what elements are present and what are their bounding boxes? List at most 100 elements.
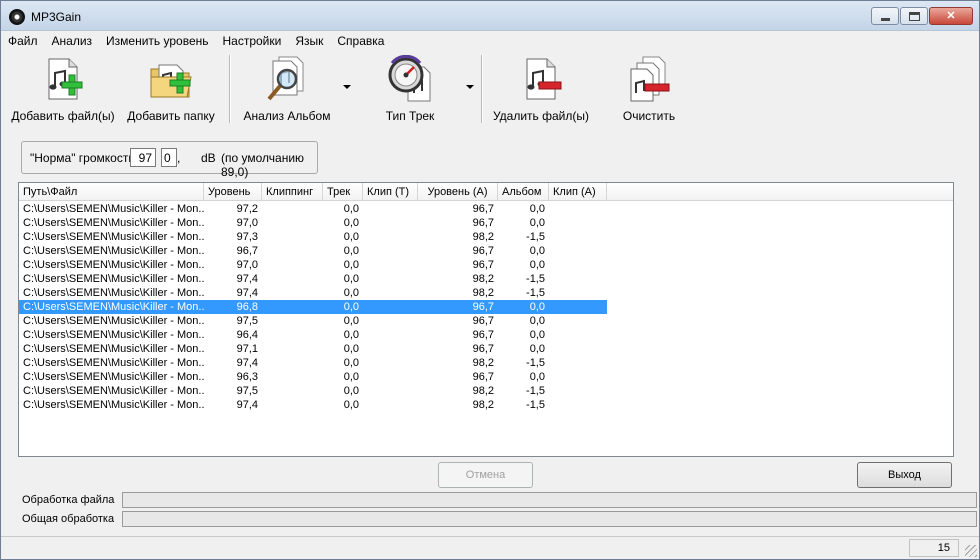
- cell-path: C:\Users\SEMEN\Music\Killer - Mon...: [23, 399, 204, 411]
- cell-album: 0,0: [529, 259, 545, 271]
- analysis-dropdown-arrow-icon[interactable]: [343, 85, 351, 89]
- add-folder-button[interactable]: Добавить папку: [124, 55, 218, 123]
- remove-file-button[interactable]: Удалить файл(ы): [491, 55, 591, 123]
- cell-clip-album: [549, 356, 607, 370]
- table-row[interactable]: C:\Users\SEMEN\Music\Killer - Mon... 97,5…: [19, 384, 607, 398]
- cell-album: 0,0: [529, 371, 545, 383]
- col-header-level-album[interactable]: Уровень (A): [418, 183, 498, 201]
- menu-analysis[interactable]: Анализ: [45, 32, 100, 51]
- cell-path: C:\Users\SEMEN\Music\Killer - Mon...: [23, 343, 204, 355]
- cell-clip-track: [363, 272, 418, 286]
- gauge-icon: [386, 54, 434, 103]
- cell-path: C:\Users\SEMEN\Music\Killer - Mon...: [23, 273, 204, 285]
- cell-level-album: 96,7: [472, 301, 494, 313]
- table-row[interactable]: C:\Users\SEMEN\Music\Killer - Mon... 96,8…: [19, 300, 607, 314]
- table-row[interactable]: C:\Users\SEMEN\Music\Killer - Mon... 97,1…: [19, 342, 607, 356]
- col-header-level[interactable]: Уровень: [204, 183, 262, 201]
- cell-clip-album: [549, 370, 607, 384]
- cell-path: C:\Users\SEMEN\Music\Killer - Mon...: [23, 231, 204, 243]
- menu-help[interactable]: Справка: [330, 32, 391, 51]
- cell-clip-album: [549, 328, 607, 342]
- analysis-album-button[interactable]: Анализ Альбом: [241, 55, 333, 123]
- add-file-button[interactable]: Добавить файл(ы): [11, 55, 115, 123]
- menu-file[interactable]: Файл: [1, 32, 45, 51]
- cell-track: 0,0: [343, 203, 359, 215]
- cell-clip-track: [363, 230, 418, 244]
- table-row[interactable]: C:\Users\SEMEN\Music\Killer - Mon... 96,3…: [19, 370, 607, 384]
- cell-clipping: [262, 244, 323, 258]
- cell-track: 0,0: [343, 231, 359, 243]
- cell-clipping: [262, 258, 323, 272]
- target-volume-unit: dB: [201, 151, 216, 165]
- window-controls: ✕: [870, 7, 973, 25]
- table-row[interactable]: C:\Users\SEMEN\Music\Killer - Mon... 97,5…: [19, 314, 607, 328]
- cell-level: 97,2: [236, 203, 258, 215]
- track-type-dropdown-arrow-icon[interactable]: [466, 85, 474, 89]
- target-volume-label: "Норма" громкости:: [30, 151, 139, 165]
- minimize-button[interactable]: [871, 7, 899, 25]
- target-volume-frac-input[interactable]: 0: [161, 148, 177, 167]
- mp3gain-window: MP3Gain ✕ Файл Анализ Изменить уровень Н…: [0, 0, 980, 560]
- col-header-clip-track[interactable]: Клип (Т): [363, 183, 418, 201]
- cell-path: C:\Users\SEMEN\Music\Killer - Mon...: [23, 357, 204, 369]
- cell-track: 0,0: [343, 273, 359, 285]
- cell-clip-album: [549, 230, 607, 244]
- cell-clipping: [262, 356, 323, 370]
- resize-grip-icon[interactable]: [965, 545, 977, 557]
- col-header-clipping[interactable]: Клиппинг: [262, 183, 323, 201]
- file-count-status: 15: [909, 539, 959, 557]
- cell-clip-track: [363, 370, 418, 384]
- target-volume-int-input[interactable]: 97: [130, 148, 156, 167]
- cell-clip-album: [549, 216, 607, 230]
- col-header-clip-album[interactable]: Клип (A): [549, 183, 607, 201]
- cell-clip-album: [549, 286, 607, 300]
- cell-path: C:\Users\SEMEN\Music\Killer - Mon...: [23, 329, 204, 341]
- exit-button[interactable]: Выход: [857, 462, 952, 488]
- cell-clip-track: [363, 216, 418, 230]
- menu-bar: Файл Анализ Изменить уровень Настройки Я…: [1, 32, 979, 51]
- table-row[interactable]: C:\Users\SEMEN\Music\Killer - Mon... 97,4…: [19, 398, 607, 412]
- cell-clipping: [262, 272, 323, 286]
- col-header-track[interactable]: Трек: [323, 183, 363, 201]
- cell-path: C:\Users\SEMEN\Music\Killer - Mon...: [23, 287, 204, 299]
- table-row[interactable]: C:\Users\SEMEN\Music\Killer - Mon... 97,3…: [19, 230, 607, 244]
- table-row[interactable]: C:\Users\SEMEN\Music\Killer - Mon... 97,4…: [19, 286, 607, 300]
- table-row[interactable]: C:\Users\SEMEN\Music\Killer - Mon... 97,0…: [19, 216, 607, 230]
- file-list-table[interactable]: Путь\Файл Уровень Клиппинг Трек Клип (Т)…: [18, 182, 954, 457]
- clear-label: Очистить: [622, 109, 676, 123]
- cell-album: -1,5: [526, 385, 545, 397]
- cell-clip-track: [363, 328, 418, 342]
- close-button[interactable]: ✕: [929, 7, 973, 25]
- table-row[interactable]: C:\Users\SEMEN\Music\Killer - Mon... 97,0…: [19, 258, 607, 272]
- track-type-button[interactable]: Тип Трек: [373, 54, 447, 123]
- table-row[interactable]: C:\Users\SEMEN\Music\Killer - Mon... 96,7…: [19, 244, 607, 258]
- table-row[interactable]: C:\Users\SEMEN\Music\Killer - Mon... 97,4…: [19, 272, 607, 286]
- cell-level-album: 96,7: [472, 245, 494, 257]
- file-progress-bar: [122, 492, 977, 508]
- col-header-path[interactable]: Путь\Файл: [19, 183, 204, 201]
- track-type-label: Тип Трек: [385, 109, 435, 123]
- maximize-button[interactable]: [900, 7, 928, 25]
- cancel-button[interactable]: Отмена: [438, 462, 533, 488]
- cell-album: -1,5: [526, 273, 545, 285]
- menu-options[interactable]: Настройки: [216, 32, 289, 51]
- menu-language[interactable]: Язык: [288, 32, 330, 51]
- toolbar-separator: [229, 55, 231, 123]
- cell-level: 97,4: [236, 273, 258, 285]
- cell-clip-album: [549, 244, 607, 258]
- cell-track: 0,0: [343, 371, 359, 383]
- table-row[interactable]: C:\Users\SEMEN\Music\Killer - Mon... 97,4…: [19, 356, 607, 370]
- cell-clipping: [262, 328, 323, 342]
- add-folder-icon: [147, 55, 195, 103]
- cell-clip-track: [363, 286, 418, 300]
- cell-level-album: 96,7: [472, 315, 494, 327]
- table-row[interactable]: C:\Users\SEMEN\Music\Killer - Mon... 97,2…: [19, 202, 607, 216]
- cell-level-album: 98,2: [472, 273, 494, 285]
- decimal-separator: ,: [177, 151, 181, 165]
- col-header-album[interactable]: Альбом: [498, 183, 549, 201]
- table-row[interactable]: C:\Users\SEMEN\Music\Killer - Mon... 96,4…: [19, 328, 607, 342]
- clear-button[interactable]: Очистить: [613, 55, 685, 123]
- toolbar: Добавить файл(ы) Добавить папку Анализ А…: [1, 51, 979, 129]
- title-bar[interactable]: MP3Gain ✕: [1, 1, 979, 31]
- menu-modify-gain[interactable]: Изменить уровень: [99, 32, 215, 51]
